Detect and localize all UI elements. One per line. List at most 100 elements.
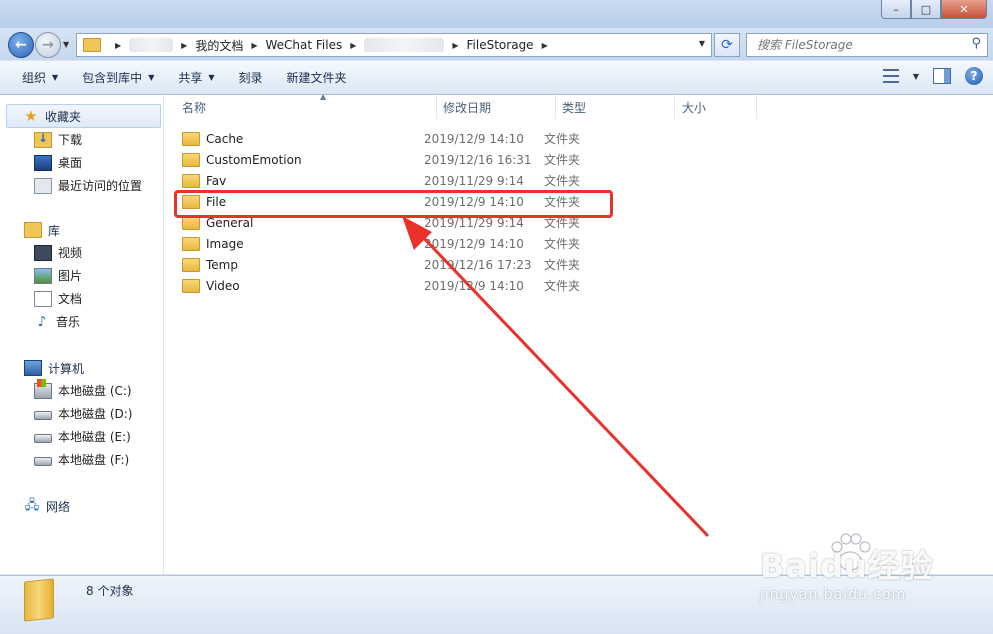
caret-down-icon: ▼ — [208, 73, 215, 82]
network-group: 🖧 网络 — [0, 495, 163, 517]
search-input[interactable] — [755, 37, 959, 53]
organize-button[interactable]: 组织 ▼ — [0, 61, 70, 94]
network-icon: 🖧 — [24, 498, 40, 513]
column-header-label: 大小 — [682, 100, 707, 115]
nav-item-drive-d[interactable]: 本地磁盘 (D:) — [0, 402, 163, 425]
file-row-image[interactable]: Image 2019/12/9 14:10 文件夹 — [182, 233, 592, 254]
chevron-right-icon[interactable]: ▶ — [181, 41, 187, 50]
column-header-modified[interactable]: 修改日期 — [443, 95, 556, 119]
address-dropdown[interactable]: ▼ — [699, 39, 705, 48]
nav-network-label: 网络 — [46, 499, 71, 514]
minimize-button[interactable]: – — [881, 0, 911, 19]
nav-item-drive-c[interactable]: 本地磁盘 (C:) — [0, 378, 163, 402]
chevron-right-icon[interactable]: ▶ — [542, 41, 548, 50]
column-header-name[interactable]: 名称 ▲ — [182, 92, 437, 119]
nav-item-label: 桌面 — [58, 156, 83, 170]
breadcrumb: ▶ ▶ 我的文档 ▶ WeChat Files ▶ ▶ FileStorage … — [107, 37, 556, 54]
nav-item-drive-e[interactable]: 本地磁盘 (E:) — [0, 425, 163, 448]
nav-item-desktop[interactable]: 桌面 — [0, 151, 163, 174]
back-button[interactable]: ← — [8, 32, 34, 58]
nav-item-label: 图片 — [58, 269, 83, 283]
nav-item-label: 音乐 — [56, 315, 81, 329]
folder-icon — [182, 173, 200, 188]
picture-library-icon — [34, 267, 52, 284]
hard-drive-icon — [34, 457, 52, 466]
nav-item-music[interactable]: ♪ 音乐 — [0, 310, 163, 333]
desktop-icon — [34, 154, 52, 171]
nav-item-pictures[interactable]: 图片 — [0, 264, 163, 287]
include-library-button[interactable]: 包含到库中 ▼ — [70, 61, 166, 94]
file-name: Image — [206, 236, 244, 251]
arrow-right-icon: → — [42, 37, 54, 53]
nav-libraries[interactable]: 库 — [0, 219, 163, 241]
file-name: Cache — [206, 131, 244, 146]
burn-button[interactable]: 刻录 — [227, 61, 275, 94]
file-row-cache[interactable]: Cache 2019/12/9 14:10 文件夹 — [182, 128, 592, 149]
help-icon[interactable]: ? — [965, 67, 983, 85]
watermark-url: jingyan.baidu.com — [760, 587, 907, 603]
caret-down-icon[interactable]: ▼ — [913, 72, 919, 81]
share-button[interactable]: 共享 ▼ — [166, 61, 226, 94]
blurred-crumb — [129, 38, 174, 52]
column-header-size[interactable]: 大小 — [682, 95, 757, 119]
column-header-type[interactable]: 类型 — [562, 95, 675, 119]
library-icon — [24, 222, 42, 238]
column-header-label: 类型 — [562, 100, 587, 115]
nav-favorites-label: 收藏夹 — [45, 109, 82, 124]
forward-button[interactable]: → — [35, 32, 61, 58]
preview-pane-icon[interactable] — [933, 68, 951, 84]
breadcrumb-item[interactable]: FileStorage — [467, 38, 534, 52]
include-library-label: 包含到库中 — [82, 71, 143, 85]
nav-item-drive-f[interactable]: 本地磁盘 (F:) — [0, 448, 163, 471]
nav-item-label: 文档 — [58, 292, 83, 306]
nav-network[interactable]: 🖧 网络 — [0, 495, 163, 517]
window-controls: – □ ✕ — [881, 0, 987, 19]
breadcrumb-item[interactable]: 我的文档 — [195, 37, 243, 54]
nav-item-recent-places[interactable]: 最近访问的位置 — [0, 174, 163, 197]
hard-drive-icon — [34, 434, 52, 443]
file-name: CustomEmotion — [206, 152, 302, 167]
nav-item-documents[interactable]: 文档 — [0, 287, 163, 310]
chevron-right-icon[interactable]: ▶ — [350, 41, 356, 50]
organize-label: 组织 — [22, 71, 47, 85]
folder-icon — [182, 278, 200, 293]
chevron-right-icon[interactable]: ▶ — [115, 41, 121, 50]
refresh-button[interactable]: ⟳ — [714, 33, 740, 57]
nav-computer[interactable]: 计算机 — [0, 357, 163, 379]
view-options-icon[interactable] — [882, 69, 899, 83]
folder-icon — [83, 38, 101, 52]
star-icon: ★ — [24, 107, 38, 125]
computer-icon — [24, 360, 42, 376]
sort-ascending-icon: ▲ — [320, 92, 327, 101]
system-drive-icon — [34, 378, 52, 399]
close-button[interactable]: ✕ — [941, 0, 987, 19]
libraries-group: 库 视频 图片 文档 ♪ 音乐 — [0, 219, 163, 333]
breadcrumb-item[interactable]: WeChat Files — [265, 38, 342, 52]
nav-item-label: 本地磁盘 (C:) — [58, 384, 132, 398]
file-type: 文件夹 — [544, 132, 581, 146]
nav-favorites[interactable]: ★ 收藏夹 — [6, 104, 161, 128]
file-row-customemotion[interactable]: CustomEmotion 2019/12/16 16:31 文件夹 — [182, 149, 592, 170]
address-bar[interactable]: ▶ ▶ 我的文档 ▶ WeChat Files ▶ ▶ FileStorage … — [76, 33, 712, 57]
nav-item-label: 视频 — [58, 246, 83, 260]
recent-pages-dropdown[interactable]: ▼ — [63, 40, 69, 49]
chevron-right-icon[interactable]: ▶ — [251, 41, 257, 50]
file-row-fav[interactable]: Fav 2019/11/29 9:14 文件夹 — [182, 170, 592, 191]
document-library-icon — [34, 290, 52, 307]
nav-libraries-label: 库 — [48, 223, 61, 238]
nav-item-videos[interactable]: 视频 — [0, 241, 163, 264]
file-row-temp[interactable]: Temp 2019/12/16 17:23 文件夹 — [182, 254, 592, 275]
nav-item-label: 本地磁盘 (E:) — [58, 430, 131, 444]
nav-item-downloads[interactable]: 下载 — [0, 128, 163, 151]
chevron-right-icon[interactable]: ▶ — [452, 41, 458, 50]
annotation-highlight-box — [174, 190, 613, 218]
maximize-button[interactable]: □ — [911, 0, 941, 19]
computer-group: 计算机 本地磁盘 (C:) 本地磁盘 (D:) 本地磁盘 (E:) 本地磁盘 (… — [0, 357, 163, 471]
new-folder-button[interactable]: 新建文件夹 — [275, 61, 359, 94]
search-icon[interactable]: ⚲ — [971, 36, 981, 51]
favorites-group: ★ 收藏夹 下载 桌面 最近访问的位置 — [0, 104, 163, 197]
large-folder-icon — [24, 578, 54, 622]
hard-drive-icon — [34, 411, 52, 420]
file-row-video[interactable]: Video 2019/12/9 14:10 文件夹 — [182, 275, 592, 296]
column-header-label: 修改日期 — [443, 100, 492, 115]
